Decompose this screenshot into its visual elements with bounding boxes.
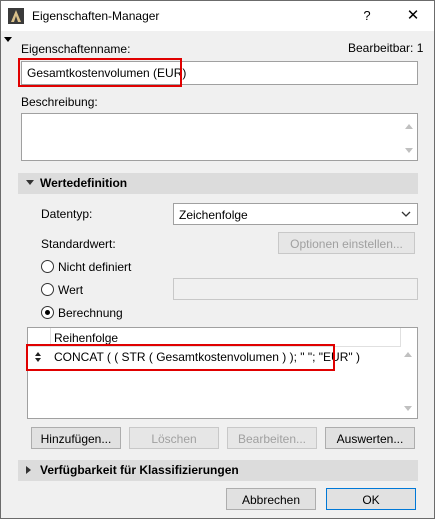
cancel-button-label: Abbrechen [241, 493, 301, 507]
radio-calculation[interactable] [41, 306, 54, 319]
radio-calculation-label: Berechnung [58, 306, 123, 320]
datatype-label: Datentyp: [41, 207, 93, 221]
evaluate-button[interactable]: Auswerten... [325, 427, 415, 449]
chevron-down-icon [401, 211, 411, 217]
value-input[interactable] [173, 278, 418, 300]
evaluate-button-label: Auswerten... [336, 432, 404, 446]
datatype-value: Zeichenfolge [179, 208, 248, 222]
scroll-up-icon[interactable] [405, 124, 413, 129]
property-name-label: Eigenschaftenname: [21, 42, 131, 56]
formula-list[interactable]: Reihenfolge CONCAT ( ( STR ( Gesamtkoste… [27, 327, 418, 419]
radio-undefined-label: Nicht definiert [58, 260, 132, 274]
list-header-row: Reihenfolge [28, 328, 401, 347]
radio-value-label: Wert [58, 283, 84, 297]
value-definition-header[interactable]: Wertedefinition [18, 173, 418, 194]
options-button[interactable]: Optionen einstellen... [278, 232, 415, 254]
edit-button[interactable]: Bearbeiten... [227, 427, 317, 449]
description-label: Beschreibung: [21, 95, 98, 109]
property-name-value: Gesamtkostenvolumen (EUR) [27, 66, 187, 80]
column-divider-right [400, 328, 401, 346]
property-name-input[interactable]: Gesamtkostenvolumen (EUR) [21, 61, 418, 85]
expand-right-icon [26, 466, 31, 474]
cancel-button[interactable]: Abbrechen [226, 488, 316, 510]
edit-button-label: Bearbeiten... [237, 432, 307, 446]
add-button-label: Hinzufügen... [40, 432, 112, 446]
expand-down-icon [26, 180, 34, 185]
window-title: Eigenschaften-Manager [32, 9, 160, 23]
value-definition-title: Wertedefinition [40, 176, 128, 190]
delete-button-label: Löschen [151, 432, 197, 446]
column-divider [50, 328, 51, 346]
options-button-label: Optionen einstellen... [290, 237, 403, 251]
list-scroll-down-icon[interactable] [404, 406, 412, 411]
dialog-window: Eigenschaften-Manager ? ✕ Eigenschaftenn… [0, 0, 435, 519]
editable-status: Bearbeitbar: 1 [348, 41, 424, 55]
availability-header[interactable]: Verfügbarkeit für Klassifizierungen [18, 460, 418, 481]
collapse-arrow-icon[interactable] [4, 37, 12, 42]
help-button[interactable]: ? [357, 6, 377, 26]
radio-value[interactable] [41, 283, 54, 296]
reorder-handle-icon[interactable] [34, 351, 42, 363]
availability-title: Verfügbarkeit für Klassifizierungen [40, 463, 239, 477]
add-button[interactable]: Hinzufügen... [31, 427, 121, 449]
datatype-select[interactable]: Zeichenfolge [173, 203, 418, 225]
radio-undefined[interactable] [41, 260, 54, 273]
formula-text: CONCAT ( ( STR ( Gesamtkostenvolumen ) )… [54, 350, 360, 364]
ok-button[interactable]: OK [326, 488, 416, 510]
delete-button[interactable]: Löschen [129, 427, 219, 449]
close-button[interactable]: ✕ [403, 6, 423, 26]
ok-button-label: OK [362, 493, 380, 507]
list-item[interactable]: CONCAT ( ( STR ( Gesamtkostenvolumen ) )… [28, 347, 401, 367]
archicad-app-icon [8, 8, 24, 24]
description-textarea[interactable] [21, 113, 418, 161]
title-bar: Eigenschaften-Manager ? ✕ [1, 1, 434, 31]
list-header-order: Reihenfolge [54, 331, 119, 345]
list-scroll-up-icon[interactable] [404, 352, 412, 357]
scroll-down-icon[interactable] [405, 148, 413, 153]
default-value-label: Standardwert: [41, 237, 116, 251]
